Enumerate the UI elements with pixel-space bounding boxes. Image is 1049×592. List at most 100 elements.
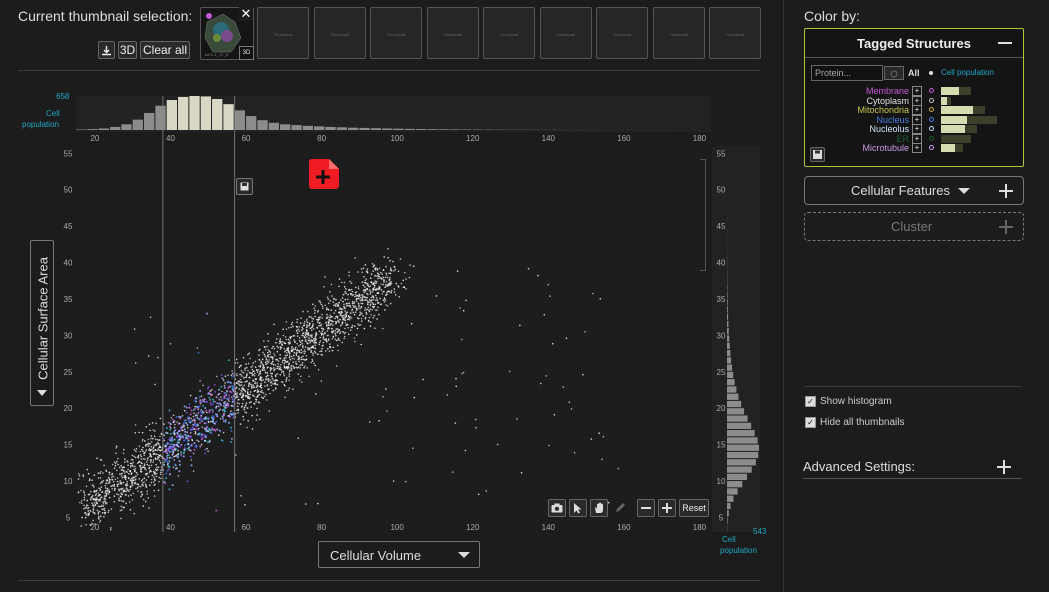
- scatter-point: [282, 334, 285, 337]
- show-histogram-checkbox[interactable]: ✓ Show histogram: [805, 396, 892, 407]
- scatter-point: [331, 332, 334, 334]
- add-file-button[interactable]: [307, 158, 340, 195]
- structure-row[interactable]: Cytoplasm +: [805, 95, 1023, 106]
- tagged-structures-title: Tagged Structures: [857, 35, 971, 51]
- plus-icon[interactable]: +: [912, 143, 922, 153]
- scatter-point: [363, 327, 366, 330]
- checkbox-checked-icon[interactable]: ✓: [805, 396, 816, 407]
- empty-thumbnail-slot[interactable]: Thumbnail: [709, 7, 761, 59]
- plus-icon[interactable]: +: [912, 133, 922, 144]
- plus-icon[interactable]: [999, 184, 1013, 198]
- all-dot[interactable]: [929, 71, 933, 75]
- selected-thumbnail[interactable]: ✕ 3D ACC 1_17_3: [200, 7, 254, 60]
- reset-button[interactable]: Reset: [679, 499, 709, 517]
- plus-icon[interactable]: +: [912, 95, 922, 106]
- empty-thumbnail-slot[interactable]: Thumbnail: [539, 7, 592, 59]
- cluster-select[interactable]: Cluster: [804, 212, 1024, 241]
- structure-color-dot[interactable]: [929, 126, 934, 131]
- pan-tool-button[interactable]: [590, 499, 608, 517]
- scatter-plot[interactable]: 20 40 60 80 100 120 140 160 180 5101520253035404…: [0, 72, 780, 540]
- save-structures-button[interactable]: [810, 147, 825, 162]
- scatter-point: [381, 273, 384, 275]
- empty-thumbnail-slot[interactable]: Thumbnail: [426, 7, 479, 59]
- y-tick-label: 10: [64, 477, 73, 486]
- scatter-point: [364, 290, 367, 292]
- structure-row[interactable]: Membrane +: [805, 86, 1023, 96]
- search-button[interactable]: [884, 66, 904, 80]
- hide-thumbnails-checkbox[interactable]: ✓ Hide all thumbnails: [805, 417, 905, 428]
- scatter-point: [259, 364, 262, 367]
- structure-color-dot[interactable]: [929, 116, 934, 122]
- empty-thumbnail-slot[interactable]: Thumbnail: [313, 7, 366, 59]
- scatter-point: [133, 512, 136, 515]
- empty-thumbnail-slot[interactable]: Thumbnail: [483, 7, 535, 59]
- scatter-point: [335, 321, 338, 324]
- clear-all-button[interactable]: Clear all: [140, 41, 190, 59]
- plus-icon[interactable]: +: [912, 105, 922, 115]
- scatter-point: [141, 440, 144, 442]
- scatter-point: [227, 359, 230, 362]
- zoom-out-button[interactable]: [637, 499, 655, 517]
- scatter-point: [234, 393, 237, 395]
- structure-row[interactable]: Nucleolus +: [805, 124, 1023, 134]
- save-selection-button[interactable]: [236, 178, 253, 195]
- x-tick-label: 40: [166, 523, 175, 532]
- cellular-features-label: Cellular Features: [851, 183, 950, 198]
- screenshot-button[interactable]: [548, 499, 566, 517]
- scatter-point: [155, 453, 158, 456]
- scatter-point: [287, 389, 290, 392]
- structure-row[interactable]: ER +: [805, 133, 1023, 144]
- structure-color-dot[interactable]: [929, 97, 934, 103]
- draw-tool-button[interactable]: [611, 499, 629, 517]
- x-axis-select[interactable]: Cellular Volume: [318, 541, 480, 568]
- scatter-point: [207, 441, 210, 444]
- scatter-point: [267, 355, 270, 358]
- download-button[interactable]: [98, 41, 115, 59]
- scatter-point: [279, 340, 281, 342]
- scatter-point: [150, 441, 153, 443]
- collapse-icon[interactable]: [998, 42, 1012, 45]
- scatter-point: [294, 341, 296, 343]
- scatter-point: [336, 304, 339, 307]
- view-3d-button[interactable]: 3D: [118, 41, 137, 59]
- thumbnail-3d-badge[interactable]: 3D: [239, 46, 254, 60]
- scatter-point: [101, 491, 103, 494]
- plus-icon[interactable]: +: [912, 124, 922, 134]
- scatter-point: [172, 418, 174, 421]
- empty-thumbnail-slot[interactable]: Thumbnail: [370, 7, 422, 59]
- structure-color-dot[interactable]: [929, 135, 934, 141]
- tagged-structures-header[interactable]: Tagged Structures: [805, 29, 1023, 58]
- scatter-point: [143, 477, 146, 480]
- empty-thumbnail-slot[interactable]: Thumbnail: [596, 7, 648, 59]
- zoom-in-button[interactable]: [658, 499, 676, 517]
- scatter-point: [149, 443, 151, 445]
- scatter-point: [93, 486, 95, 488]
- scatter-point: [319, 340, 322, 342]
- empty-thumbnail-slot[interactable]: Thumbnail: [652, 7, 705, 59]
- scatter-point: [302, 310, 304, 313]
- structure-row[interactable]: Microtubule +: [805, 143, 1023, 153]
- hand-icon: [595, 502, 603, 513]
- scatter-point: [364, 316, 367, 319]
- scatter-point: [209, 431, 212, 434]
- empty-thumbnail-slot[interactable]: Thumbnail: [257, 7, 309, 59]
- scatter-point: [266, 374, 269, 377]
- structure-color-dot[interactable]: [929, 88, 934, 93]
- structure-row[interactable]: Mitochondria +: [805, 105, 1023, 115]
- protein-search-input[interactable]: Protein...: [811, 65, 904, 81]
- remove-thumbnail-icon[interactable]: ✕: [239, 7, 253, 21]
- scatter-point: [307, 342, 309, 345]
- structure-color-dot[interactable]: [929, 107, 934, 112]
- plus-icon[interactable]: +: [912, 114, 922, 125]
- y-axis-select[interactable]: Cellular Surface Area: [30, 240, 54, 406]
- expand-advanced-icon[interactable]: [997, 460, 1011, 474]
- checkbox-checked-icon[interactable]: ✓: [805, 417, 816, 428]
- plus-icon[interactable]: +: [912, 86, 922, 96]
- select-tool-button[interactable]: [569, 499, 587, 517]
- all-label[interactable]: All: [908, 68, 920, 78]
- scatter-point: [367, 320, 370, 323]
- scatter-point: [113, 461, 116, 463]
- structure-color-dot[interactable]: [929, 145, 934, 150]
- structure-row[interactable]: Nucleus +: [805, 114, 1023, 125]
- cellular-features-select[interactable]: Cellular Features: [804, 176, 1024, 205]
